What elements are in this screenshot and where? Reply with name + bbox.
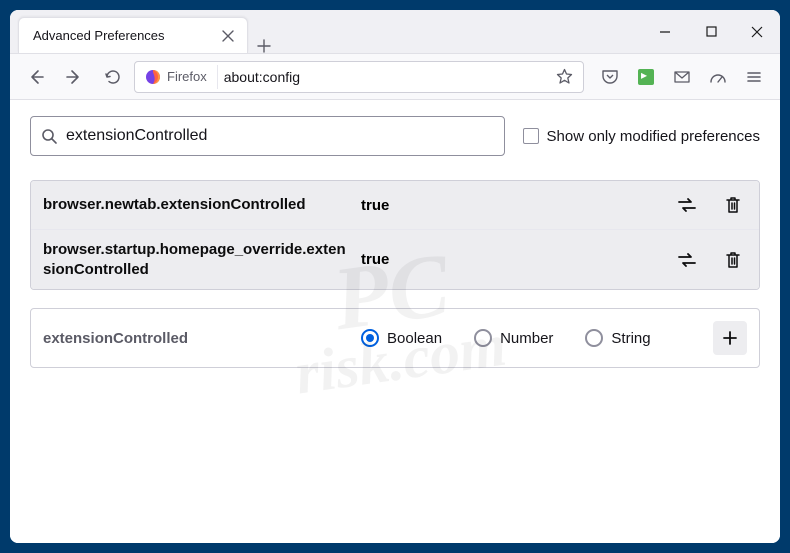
plus-icon [257, 39, 271, 53]
pref-actions [673, 246, 747, 274]
show-modified-checkbox[interactable]: Show only modified preferences [523, 128, 760, 145]
url-input[interactable] [224, 69, 545, 85]
tab-title: Advanced Preferences [33, 28, 219, 43]
back-button[interactable] [20, 61, 52, 93]
toggle-icon [677, 197, 697, 213]
forward-button[interactable] [58, 61, 90, 93]
dashboard-icon [709, 68, 727, 86]
maximize-icon [706, 26, 717, 37]
reload-icon [104, 68, 121, 85]
protections-button[interactable] [702, 61, 734, 93]
title-bar: Advanced Preferences [10, 10, 780, 54]
arrow-left-icon [27, 68, 45, 86]
inbox-button[interactable] [666, 61, 698, 93]
toolbar-actions [594, 61, 770, 93]
window-controls [642, 10, 780, 53]
radio-icon [361, 329, 379, 347]
new-tab-button[interactable] [248, 39, 280, 53]
pref-name: browser.startup.homepage_override.extens… [43, 240, 353, 279]
radio-number[interactable]: Number [474, 329, 553, 347]
firefox-icon [145, 69, 161, 85]
toggle-icon [677, 252, 697, 268]
close-icon [222, 30, 234, 42]
add-pref-row: extensionControlled Boolean Number Strin… [30, 308, 760, 368]
pref-actions [673, 191, 747, 219]
reset-button[interactable] [719, 246, 747, 274]
identity-box[interactable]: Firefox [141, 65, 218, 89]
add-pref-button[interactable] [713, 321, 747, 355]
minimize-button[interactable] [642, 10, 688, 54]
browser-window: Advanced Preferences [10, 10, 780, 543]
pocket-button[interactable] [594, 61, 626, 93]
tab-strip: Advanced Preferences [10, 10, 280, 53]
reset-button[interactable] [719, 191, 747, 219]
pref-row[interactable]: browser.newtab.extensionControlled true [31, 181, 759, 230]
close-tab-button[interactable] [219, 27, 237, 45]
container-button[interactable] [630, 61, 662, 93]
checkbox-label: Show only modified preferences [547, 128, 760, 145]
tab-advanced-preferences[interactable]: Advanced Preferences [18, 17, 248, 53]
maximize-button[interactable] [688, 10, 734, 54]
radio-label: Boolean [387, 330, 442, 347]
minimize-icon [659, 26, 671, 38]
trash-icon [725, 196, 741, 214]
trash-icon [725, 251, 741, 269]
close-window-button[interactable] [734, 10, 780, 54]
arrow-right-icon [65, 68, 83, 86]
search-row: Show only modified preferences [30, 116, 760, 156]
pocket-icon [601, 68, 619, 86]
prefs-table: browser.newtab.extensionControlled true … [30, 180, 760, 290]
checkbox-icon [523, 128, 539, 144]
identity-label: Firefox [167, 69, 207, 84]
close-icon [751, 26, 763, 38]
pref-value: true [353, 251, 673, 268]
pref-value: true [353, 197, 673, 214]
nav-toolbar: Firefox [10, 54, 780, 100]
toggle-button[interactable] [673, 246, 701, 274]
search-icon [41, 128, 58, 145]
radio-string[interactable]: String [585, 329, 650, 347]
url-bar[interactable]: Firefox [134, 61, 584, 93]
radio-icon [585, 329, 603, 347]
bookmark-star-button[interactable] [551, 64, 577, 90]
add-pref-name: extensionControlled [43, 330, 353, 347]
hamburger-icon [745, 68, 763, 86]
app-menu-button[interactable] [738, 61, 770, 93]
toggle-button[interactable] [673, 191, 701, 219]
inbox-icon [673, 68, 691, 86]
pref-name: browser.newtab.extensionControlled [43, 195, 353, 215]
radio-label: Number [500, 330, 553, 347]
config-search-input[interactable] [66, 127, 494, 145]
plus-icon [722, 330, 738, 346]
about-config-content: Show only modified preferences browser.n… [10, 100, 780, 543]
radio-icon [474, 329, 492, 347]
pref-row[interactable]: browser.startup.homepage_override.extens… [31, 230, 759, 289]
reload-button[interactable] [96, 61, 128, 93]
radio-boolean[interactable]: Boolean [361, 329, 442, 347]
radio-label: String [611, 330, 650, 347]
container-icon [638, 69, 654, 85]
type-radio-group: Boolean Number String [353, 329, 713, 347]
star-icon [556, 68, 573, 85]
config-search-box[interactable] [30, 116, 505, 156]
